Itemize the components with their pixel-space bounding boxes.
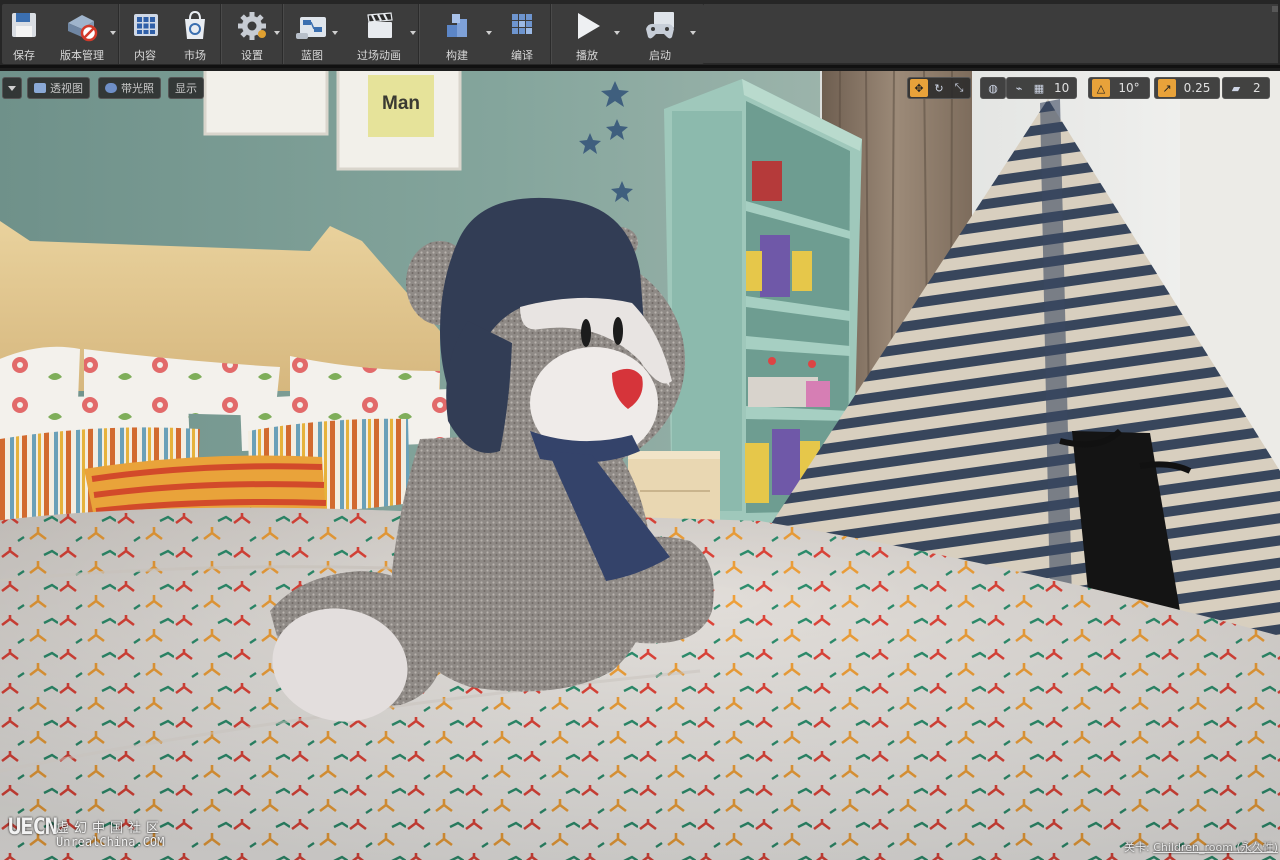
scale-snap-icon: ↗ [1158,79,1176,97]
content-browser-icon [134,14,158,36]
rotate-tool-icon[interactable]: ↻ [930,79,948,97]
content-button[interactable]: 内容 [120,4,170,64]
current-level-label: 关卡: Children_room (永久性) [1123,841,1278,854]
watermark: UECN 虚幻中国社区 UnrealChina.COM [8,815,164,849]
save-button[interactable]: 保存 [2,4,46,64]
launch-dropdown-icon[interactable] [690,31,696,35]
transform-tools-group: ✥ ↻ ⤡ [907,77,971,99]
perspective-cube-icon [34,83,46,93]
surface-snap-icon: ⌁ [1015,81,1023,95]
compile-icon [512,14,532,34]
settings-dropdown-icon[interactable] [274,31,280,35]
view-mode-button[interactable]: 透视图 [27,77,90,99]
source-control-dropdown-icon[interactable] [110,31,116,35]
blueprint-button[interactable]: 蓝图 [284,4,340,64]
scale-tool-icon[interactable]: ⤡ [950,79,968,97]
play-dropdown-icon[interactable] [614,31,620,35]
marketplace-button[interactable]: 市场 [170,4,220,64]
wall-frame-text: Man [382,93,420,114]
level-viewport[interactable]: Man 透视图 带光照 显示 ✥ ↻ ⤡ ◍ ⌁ ▦ 10 △ 10° ↗ 0.… [0,71,1280,860]
rendered-scene: Man [0,71,1280,860]
lit-sphere-icon [105,83,117,93]
marketplace-icon [185,10,205,39]
rotation-snap-icon: △ [1092,79,1110,97]
globe-icon: ◍ [988,81,998,95]
blueprint-icon [296,17,326,39]
source-control-button[interactable]: 版本管理 [46,4,118,64]
launch-button[interactable]: 启动 [622,4,698,64]
launch-gamepad-icon [646,12,674,39]
chevron-down-icon [8,85,16,91]
cinematics-dropdown-icon[interactable] [410,31,416,35]
toolbar-empty-area [704,4,1278,64]
build-dropdown-icon[interactable] [486,31,492,35]
show-flags-button[interactable]: 显示 [168,77,204,99]
settings-button[interactable]: 设置 [222,4,282,64]
save-icon [12,13,36,37]
play-button[interactable]: 播放 [552,4,622,64]
compile-button[interactable]: 编译 [494,4,550,64]
main-toolbar: 保存 版本管理 内容 市场 设置 蓝图 过场动画 构建 编译 播放 启动 [0,0,1280,68]
scale-snap-control[interactable]: ↗ 0.25 [1154,77,1220,99]
source-control-icon [68,15,98,42]
toolbar-button-strip: 保存 版本管理 内容 市场 设置 蓝图 过场动画 构建 编译 播放 启动 [2,4,704,64]
build-blocks-icon [447,14,467,37]
camera-speed-icon: ▰ [1231,81,1241,95]
settings-gear-icon [238,12,266,40]
camera-speed-control[interactable]: ▰ 2 [1222,77,1270,99]
clapperboard-icon [367,12,393,38]
viewport-options-button[interactable] [2,77,22,99]
cinematics-button[interactable]: 过场动画 [340,4,418,64]
watermark-chinese-text: 虚幻中国社区 [56,821,165,836]
translate-tool-icon[interactable]: ✥ [910,79,928,97]
grid-snap-icon: ▦ [1033,81,1045,95]
watermark-logo: UECN [8,815,58,840]
play-icon [578,13,600,39]
lighting-mode-button[interactable]: 带光照 [98,77,161,99]
blueprint-dropdown-icon[interactable] [332,31,338,35]
rotation-snap-control[interactable]: △ 10° [1088,77,1150,99]
build-button[interactable]: 构建 [420,4,494,64]
grid-snap-control[interactable]: ⌁ ▦ 10 [1006,77,1078,99]
watermark-english-text: UnrealChina.COM [56,835,165,849]
world-local-toggle[interactable]: ◍ [980,77,1006,99]
